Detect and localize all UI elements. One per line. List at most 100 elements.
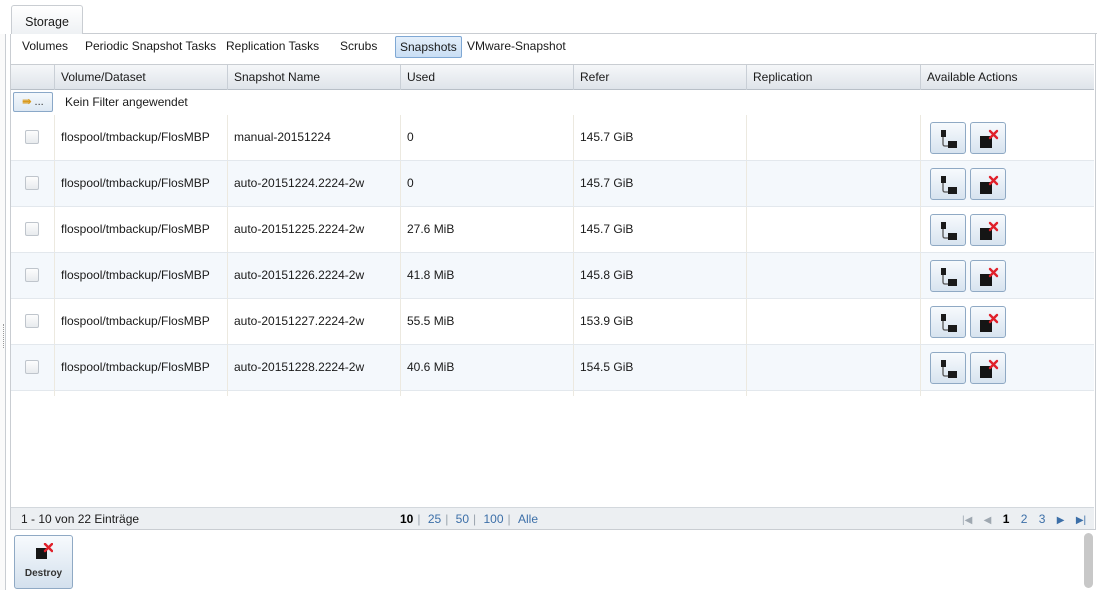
page-size-100[interactable]: 100: [483, 512, 503, 526]
destroy-snapshot-icon: [980, 267, 999, 286]
resize-grip[interactable]: [3, 324, 4, 348]
cell-volume-dataset: flospool/tmbackup/FlosMBP: [54, 345, 227, 390]
cell-refer: 154.5 GiB: [573, 345, 746, 390]
clone-snapshot-icon: [941, 130, 957, 148]
page-size-50[interactable]: 50: [456, 512, 469, 526]
row-checkbox[interactable]: [25, 176, 39, 190]
cell-select: [11, 161, 54, 206]
clone-snapshot-button[interactable]: [930, 214, 966, 246]
prev-page-icon[interactable]: ◀: [984, 515, 992, 526]
table-row[interactable]: flospool/tmbackup/FlosMBP auto-20151228.2…: [11, 345, 1094, 391]
table-row[interactable]: flospool/tmbackup/FlosMBP auto-20151225.2…: [11, 207, 1094, 253]
cell-volume-dataset: flospool/tmbackup/FlosMBP: [54, 115, 227, 160]
cell-actions: [920, 253, 1094, 298]
cell-used: 55.5 MiB: [400, 299, 573, 344]
cell-replication: [746, 299, 920, 344]
row-checkbox[interactable]: [25, 130, 39, 144]
first-page-icon[interactable]: |◀: [962, 515, 972, 526]
destroy-snapshot-button[interactable]: [970, 306, 1006, 338]
vertical-scrollbar[interactable]: [1084, 533, 1093, 588]
clone-snapshot-icon: [941, 314, 957, 332]
row-checkbox[interactable]: [25, 268, 39, 282]
next-page-icon[interactable]: ▶: [1057, 515, 1065, 526]
top-strip: [0, 0, 1097, 34]
tab-storage[interactable]: Storage: [11, 5, 83, 34]
cell-select: [11, 345, 54, 390]
cell-replication: [746, 207, 920, 252]
page-2[interactable]: 2: [1021, 512, 1028, 526]
cell-actions: [920, 207, 1094, 252]
cell-used: 41.8 MiB: [400, 253, 573, 298]
row-checkbox[interactable]: [25, 222, 39, 236]
cell-used: 0: [400, 161, 573, 206]
page-size-10[interactable]: 10: [400, 512, 413, 526]
subtab-periodic-snapshot-tasks[interactable]: Periodic Snapshot Tasks: [81, 36, 220, 58]
filter-status: Kein Filter angewendet: [65, 95, 188, 109]
column-header-refer[interactable]: Refer: [573, 65, 746, 90]
page-1[interactable]: 1: [1003, 512, 1010, 526]
subtab-volumes[interactable]: Volumes: [18, 36, 72, 58]
clone-snapshot-button[interactable]: [930, 168, 966, 200]
row-checkbox[interactable]: [25, 360, 39, 374]
cell-replication: [746, 345, 920, 390]
cell-actions: [920, 299, 1094, 344]
cell-used: 40.6 MiB: [400, 345, 573, 390]
table-row[interactable]: flospool/tmbackup/FlosMBP auto-20151226.2…: [11, 253, 1094, 299]
page-size-25[interactable]: 25: [428, 512, 441, 526]
column-divider: [54, 390, 55, 396]
destroy-snapshot-button[interactable]: [970, 352, 1006, 384]
cell-select: [11, 253, 54, 298]
clone-snapshot-button[interactable]: [930, 122, 966, 154]
column-header-replication[interactable]: Replication: [746, 65, 920, 90]
column-header-volume-dataset[interactable]: Volume/Dataset: [54, 65, 227, 90]
filter-button[interactable]: ⇛ ...: [13, 92, 53, 112]
clone-snapshot-icon: [941, 360, 957, 378]
column-divider: [573, 390, 574, 396]
table-row[interactable]: flospool/tmbackup/FlosMBP manual-20151224…: [11, 115, 1094, 161]
last-page-icon[interactable]: ▶|: [1076, 515, 1086, 526]
cell-used: 0: [400, 115, 573, 160]
column-header-used[interactable]: Used: [400, 65, 573, 90]
clone-snapshot-icon: [941, 222, 957, 240]
cell-actions: [920, 345, 1094, 390]
table-row[interactable]: flospool/tmbackup/FlosMBP auto-20151227.2…: [11, 299, 1094, 345]
destroy-snapshot-icon: [980, 175, 999, 194]
cell-actions: [920, 115, 1094, 160]
destroy-snapshot-button[interactable]: [970, 168, 1006, 200]
column-header-snapshot-name[interactable]: Snapshot Name: [227, 65, 400, 90]
cell-snapshot-name: auto-20151225.2224-2w: [227, 207, 400, 252]
cell-snapshot-name: auto-20151228.2224-2w: [227, 345, 400, 390]
left-panel-edge: [0, 34, 6, 590]
filter-row: ⇛ ... Kein Filter angewendet: [11, 90, 1094, 114]
cell-snapshot-name: auto-20151224.2224-2w: [227, 161, 400, 206]
destroy-snapshot-button[interactable]: [970, 214, 1006, 246]
cell-volume-dataset: flospool/tmbackup/FlosMBP: [54, 161, 227, 206]
clone-snapshot-button[interactable]: [930, 260, 966, 292]
column-header-select: [11, 65, 54, 90]
page-3[interactable]: 3: [1039, 512, 1046, 526]
cell-refer: 153.9 GiB: [573, 299, 746, 344]
clone-snapshot-button[interactable]: [930, 352, 966, 384]
page-size-all[interactable]: Alle: [518, 512, 538, 526]
destroy-snapshot-icon: [980, 221, 999, 240]
clone-snapshot-button[interactable]: [930, 306, 966, 338]
destroy-snapshot-button[interactable]: [970, 122, 1006, 154]
subtab-scrubs[interactable]: Scrubs: [336, 36, 381, 58]
column-divider: [227, 390, 228, 396]
row-count: 1 - 10 von 22 Einträge: [21, 512, 140, 526]
destroy-snapshot-button[interactable]: [970, 260, 1006, 292]
destroy-snapshot-icon: [980, 359, 999, 378]
subtab-replication-tasks[interactable]: Replication Tasks: [222, 36, 323, 58]
destroy-button[interactable]: Destroy: [14, 535, 73, 589]
column-divider: [746, 390, 747, 396]
subtab-vmware-snapshot[interactable]: VMware-Snapshot: [463, 36, 570, 58]
table-row[interactable]: flospool/tmbackup/FlosMBP auto-20151224.2…: [11, 161, 1094, 207]
filter-icon: ⇛: [22, 96, 32, 108]
row-checkbox[interactable]: [25, 314, 39, 328]
destroy-snapshot-icon: [980, 129, 999, 148]
cell-replication: [746, 161, 920, 206]
subtab-snapshots[interactable]: Snapshots: [395, 36, 462, 58]
cell-select: [11, 115, 54, 160]
cell-refer: 145.7 GiB: [573, 161, 746, 206]
cell-volume-dataset: flospool/tmbackup/FlosMBP: [54, 253, 227, 298]
